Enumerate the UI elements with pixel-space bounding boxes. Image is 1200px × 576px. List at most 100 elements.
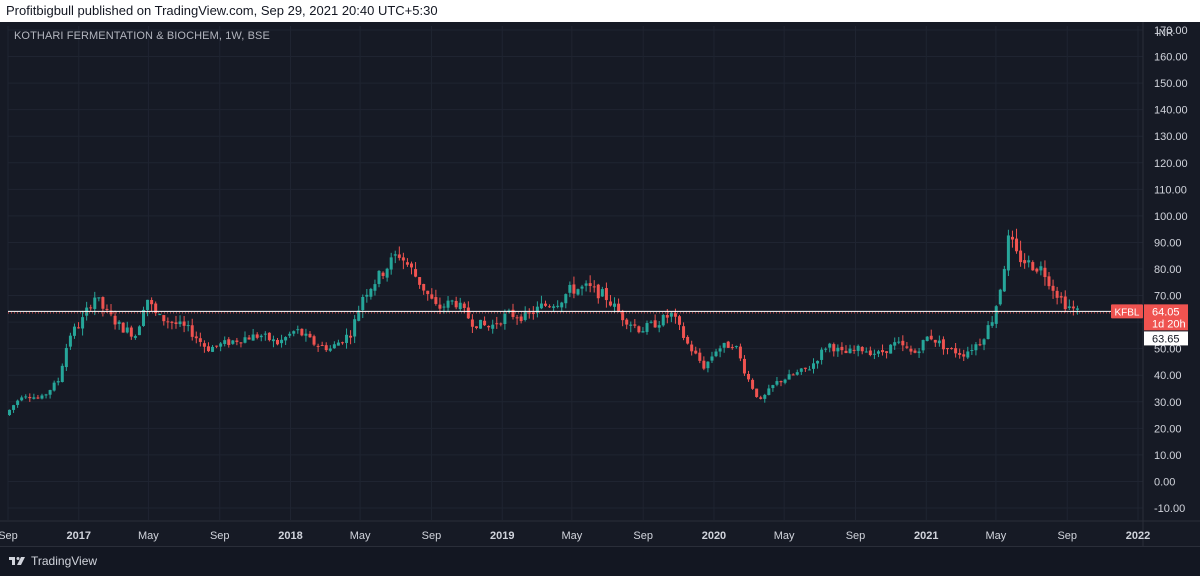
candle-body [682,326,686,338]
candle-body [300,328,304,336]
candle-body [621,310,625,321]
candle-body [336,342,340,346]
candle-body [52,382,56,391]
candle-body [848,348,852,354]
candle-body [312,336,316,345]
candle-body [292,331,296,334]
y-tick-label: 10.00 [1154,450,1182,462]
candle-body [495,323,499,325]
candle-body [162,315,166,322]
y-tick-label: 40.00 [1154,370,1182,382]
candle-body [1059,296,1063,298]
candle-body [637,326,641,333]
candle-body [434,297,438,304]
candle-body [600,289,604,297]
candle-body [296,329,300,331]
x-tick-label: Sep [0,530,18,542]
candle-body [190,325,194,337]
tradingview-logo-icon [9,557,25,565]
y-tick-label: 20.00 [1154,423,1182,435]
candle-body [381,272,385,276]
candle-body [194,336,198,339]
candle-body [60,365,64,382]
candle-body [438,304,442,309]
candle-body [491,324,495,329]
candle-body [941,339,945,350]
x-tick-label: Sep [1057,530,1077,542]
candle-body [81,317,85,329]
candle-body [962,354,966,357]
candle-body [714,351,718,357]
candle-body [182,321,186,326]
y-tick-label: 140.00 [1154,105,1188,117]
candle-body [219,343,223,347]
x-tick-label: May [138,530,159,542]
candle-body [641,331,645,333]
candle-body [487,325,491,328]
x-tick-label: 2017 [67,530,91,542]
candle-body [702,360,706,369]
candle-body [889,344,893,354]
price-axis[interactable]: -10.000.0010.0020.0030.0040.0050.0060.00… [1111,22,1188,546]
candle-body [1055,290,1059,298]
candle-body [856,345,860,351]
candle-body [28,397,32,399]
y-tick-label: 30.00 [1154,397,1182,409]
candle-body [442,306,446,308]
candle-body [1019,250,1023,263]
candle-body [385,268,389,278]
x-tick-label: Sep [846,530,866,542]
y-tick-label: 70.00 [1154,291,1182,303]
candle-body [828,343,832,348]
candle-body [625,319,629,325]
candle-body [93,297,97,309]
candle-body [64,347,68,368]
candle-body [483,320,487,326]
candle-body [807,369,811,371]
symbol-title[interactable]: KOTHARI FERMENTATION & BIOCHEM, 1W, BSE [14,30,270,42]
candle-body [1047,276,1051,287]
x-tick-label: Sep [633,530,653,542]
candle-body [1043,267,1047,278]
chart-frame[interactable]: -10.000.0010.0020.0030.0040.0050.0060.00… [0,22,1200,546]
candle-body [1015,238,1019,252]
candle-body [917,351,921,354]
candle-body [1063,296,1067,310]
candle-body [450,300,454,302]
candle-body [16,400,20,405]
candle-body [349,335,353,338]
candle-body [998,289,1002,305]
candle-body [186,325,190,327]
y-tick-label: 120.00 [1154,158,1188,170]
candle-body [24,396,28,398]
time-axis[interactable]: Sep 2017 May Sep 2018 May Sep 2019 May Sep 2020 May… [0,520,1200,542]
candle-body [56,381,60,383]
candle-body [316,345,320,347]
x-tick-label: 2019 [490,530,514,542]
grid [7,26,1143,520]
candle-body [515,317,519,319]
candle-body [101,297,105,309]
candle-body [137,326,141,336]
candle-body [734,346,738,348]
tradingview-brand[interactable]: TradingView [8,554,97,568]
candle-body [645,323,649,332]
candle-body [958,353,962,355]
candle-body [698,352,702,361]
candle-body [247,337,251,340]
candle-body [686,336,690,344]
y-tick-label: 110.00 [1154,184,1187,196]
candle-body [572,284,576,294]
candle-body [158,314,162,316]
candle-body [255,334,259,338]
x-tick-label: May [350,530,371,542]
candle-body [596,284,600,299]
candlestick-chart[interactable]: -10.000.0010.0020.0030.0040.0050.0060.00… [0,22,1200,546]
candle-body [263,333,267,335]
candle-body [868,350,872,356]
candle-body [414,269,418,277]
candle-body [503,313,507,324]
candle-body [860,346,864,352]
candle-body [259,335,263,338]
candle-body [353,319,357,337]
